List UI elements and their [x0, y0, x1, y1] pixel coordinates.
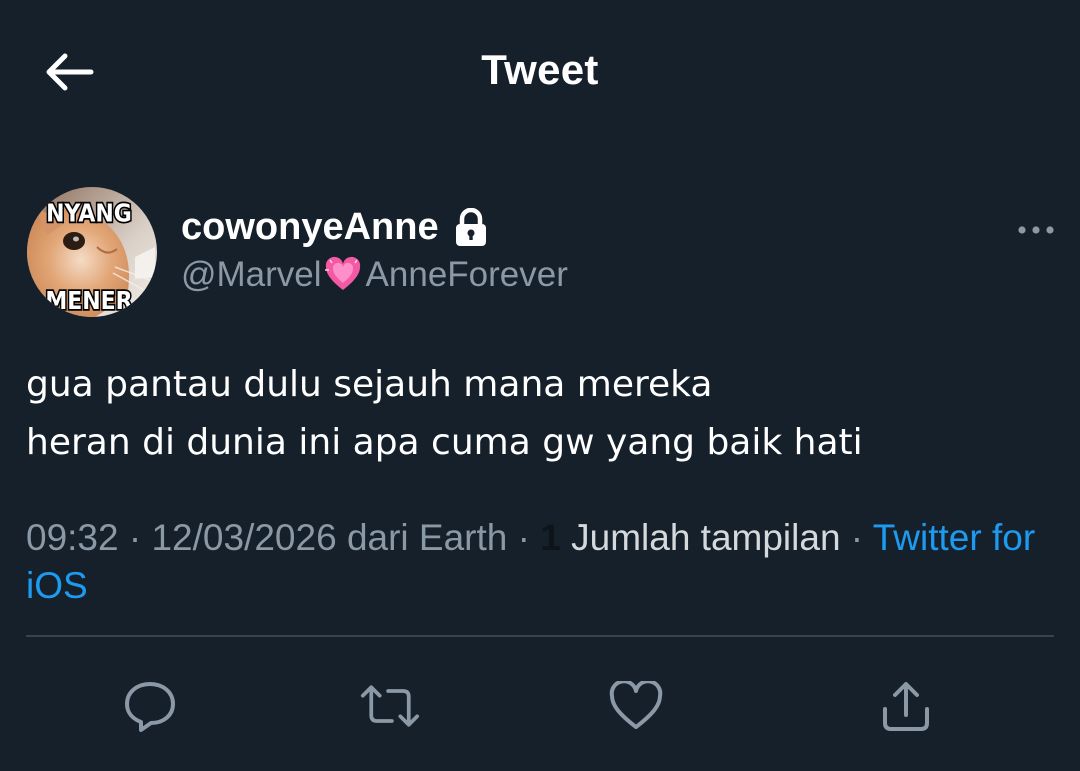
handle-suffix: AnneForever: [365, 255, 568, 294]
heart-icon: [609, 681, 663, 729]
tweet-time[interactable]: 09:32: [26, 517, 119, 558]
avatar-top-text: NYANG: [46, 198, 132, 228]
handle-prefix: @Marvel: [181, 255, 322, 294]
tweet-text-line: heran di dunia ini apa cuma gw yang baik…: [26, 422, 863, 463]
avatar[interactable]: NYANG MENER: [27, 187, 157, 317]
more-dots-icon: [1018, 226, 1054, 234]
lock-icon: [453, 207, 489, 248]
app-header: Tweet: [0, 0, 1080, 140]
more-button[interactable]: [1014, 214, 1058, 246]
tweet-date[interactable]: 12/03/2026: [151, 517, 336, 558]
views-count: 1: [540, 517, 561, 558]
meta-separator: ·: [507, 517, 541, 558]
page-title: Tweet: [481, 46, 599, 93]
tweet-text: gua pantau dulu sejauh mana mereka heran…: [26, 356, 863, 472]
display-name-text: cowonyeAnne: [181, 206, 439, 248]
meta-separator: ·: [840, 517, 873, 558]
like-button[interactable]: [606, 676, 666, 736]
display-name[interactable]: cowonyeAnne: [181, 206, 489, 249]
reply-button[interactable]: [120, 676, 180, 736]
tweet-text-line: gua pantau dulu sejauh mana mereka: [26, 364, 713, 405]
reply-icon: [125, 682, 175, 732]
views-label: Jumlah tampilan: [560, 517, 841, 558]
retweet-icon: [360, 685, 420, 727]
divider: [26, 635, 1054, 637]
retweet-button[interactable]: [360, 676, 420, 736]
tweet-location: dari Earth: [336, 517, 508, 558]
meta-separator: ·: [118, 517, 152, 558]
pink-heart-icon: [324, 256, 362, 294]
user-handle[interactable]: @Marvel AnneForever: [181, 255, 568, 295]
tweet-metadata: 09:32 · 12/03/2026 dari Earth · 1 Jumlah…: [26, 514, 1056, 610]
share-button[interactable]: [876, 676, 936, 736]
avatar-bottom-text: MENER: [45, 285, 132, 315]
share-icon: [883, 682, 929, 731]
avatar-image: NYANG MENER: [27, 187, 157, 317]
